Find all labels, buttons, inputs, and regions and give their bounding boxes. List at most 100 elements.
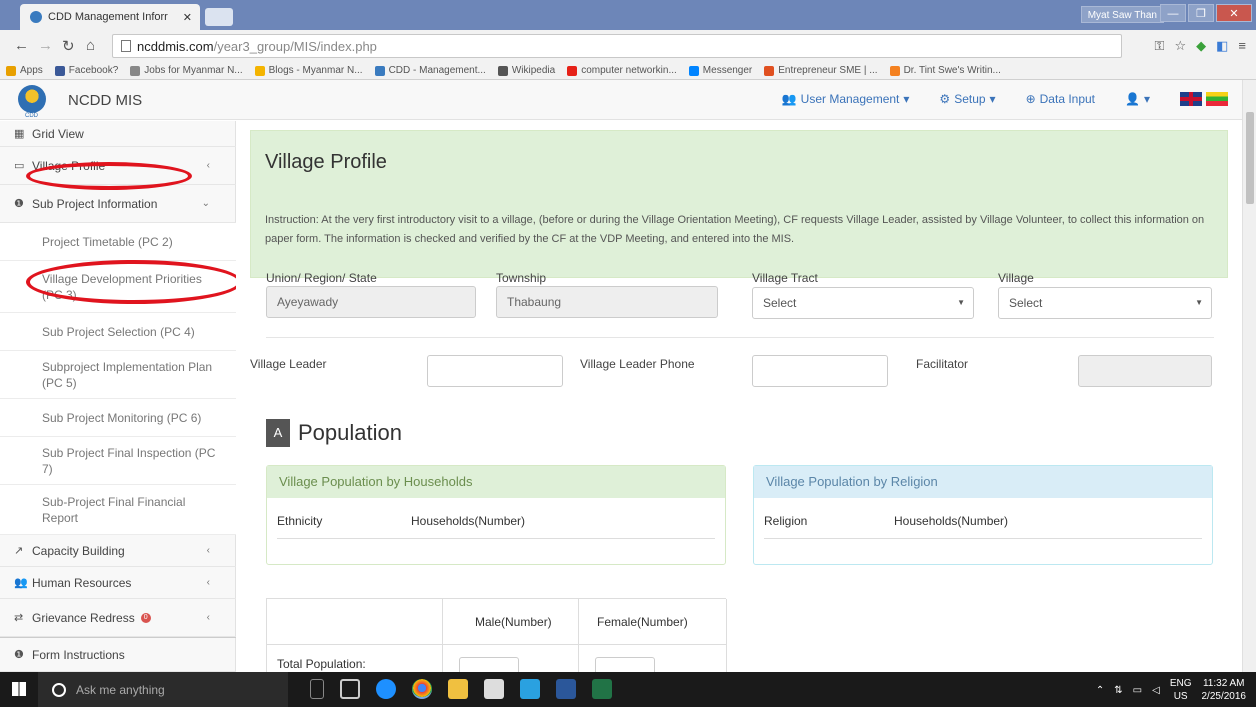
red-highlight-oval — [26, 260, 242, 304]
reload-icon[interactable]: ↻ — [62, 37, 75, 55]
bookmark-item[interactable]: Messenger — [688, 65, 753, 76]
sidebar-item-label: Human Resources — [32, 575, 132, 590]
sidebar-item-form-instructions[interactable]: ❶ Form Instructions — [0, 637, 236, 672]
forward-icon[interactable]: → — [38, 37, 53, 54]
task-view-icon[interactable] — [340, 679, 360, 699]
bookmark-item[interactable]: CDD - Management... — [374, 65, 486, 76]
bookmark-item[interactable]: Dr. Tint Swe's Writin... — [889, 65, 1001, 76]
language-indicator[interactable]: ENG US — [1170, 677, 1192, 703]
clock-date: 2/25/2016 — [1201, 691, 1247, 702]
word-icon[interactable] — [556, 679, 576, 699]
volume-icon[interactable]: ◁ — [1152, 685, 1160, 696]
windows-start-icon[interactable] — [12, 682, 26, 696]
chevron-left-icon: ‹ — [206, 545, 210, 556]
bookmark-favicon-icon — [497, 65, 508, 76]
home-icon[interactable]: ⌂ — [86, 37, 95, 54]
user-management-menu[interactable]: 👥 User Management ▾ — [782, 92, 910, 106]
sidebar-item-label: Capacity Building — [32, 543, 125, 558]
sidebar-subitem-sub-project-selection[interactable]: Sub Project Selection (PC 4) — [0, 313, 236, 351]
new-tab-button[interactable] — [205, 8, 233, 26]
tab-title: CDD Management Inforr — [48, 11, 168, 23]
setup-menu[interactable]: ⚙ Setup ▾ — [939, 92, 995, 106]
bookmark-label: Blogs - Myanmar N... — [268, 65, 363, 76]
bookmark-label: Wikipedia — [511, 65, 556, 76]
village-profile-header: Village Profile Instruction: At the very… — [250, 130, 1228, 278]
page-scrollbar[interactable] — [1242, 80, 1256, 672]
village-leader-input[interactable] — [427, 355, 563, 387]
close-tab-icon[interactable]: ✕ — [183, 11, 192, 24]
bookmark-favicon-icon — [374, 65, 385, 76]
myanmar-flag-icon[interactable] — [1206, 92, 1228, 106]
bookmark-label: computer networkin... — [581, 65, 677, 76]
cortana-search[interactable]: Ask me anything — [38, 672, 288, 707]
browser-tab[interactable]: CDD Management Inforr ✕ — [20, 4, 200, 30]
close-window-button[interactable]: ✕ — [1216, 4, 1252, 22]
gears-icon: ⚙ — [939, 92, 951, 106]
network-icon[interactable]: ⇅ — [1114, 685, 1122, 696]
data-input-link[interactable]: ⊕ Data Input — [1026, 92, 1095, 106]
system-clock[interactable]: 11:32 AM 2/25/2016 — [1202, 677, 1247, 703]
sidebar-subitem-label: Subproject Implementation Plan (PC 5) — [42, 359, 213, 390]
minimize-button[interactable]: — — [1160, 4, 1186, 22]
village-tract-select[interactable]: Select ▼ — [752, 287, 974, 319]
battery-icon[interactable]: ▭ — [1133, 685, 1142, 696]
users-icon: 👥 — [14, 577, 28, 589]
sidebar-subitem-monitoring[interactable]: Sub Project Monitoring (PC 6) — [0, 399, 236, 437]
divider — [764, 538, 1202, 539]
store-icon[interactable] — [484, 679, 504, 699]
households-panel: Village Population by Households Ethnici… — [266, 465, 726, 565]
media-icon[interactable] — [520, 679, 540, 699]
edge-icon[interactable] — [376, 679, 396, 699]
back-icon[interactable]: ← — [14, 37, 29, 54]
bookmark-item[interactable]: Apps — [6, 65, 43, 76]
bookmark-label: CDD - Management... — [388, 65, 486, 76]
population-section-heading: A Population — [266, 419, 402, 447]
star-icon[interactable]: ☆ — [1174, 38, 1186, 54]
sidebar-item-capacity-building[interactable]: ↗ Capacity Building ‹ — [0, 535, 236, 567]
bookmark-label: Messenger — [702, 65, 753, 76]
page-icon — [121, 40, 131, 52]
village-label: Village — [998, 271, 1034, 285]
sidebar-item-grievance-redress[interactable]: ⇄ Grievance Redress 0 ‹ — [0, 599, 236, 637]
village-select[interactable]: Select ▼ — [998, 287, 1212, 319]
female-header: Female(Number) — [579, 599, 727, 645]
extension-icon[interactable]: ◆ — [1196, 38, 1206, 54]
microphone-icon[interactable] — [310, 679, 324, 699]
sidebar-subitem-implementation-plan[interactable]: Subproject Implementation Plan (PC 5) — [0, 351, 236, 399]
bookmark-item[interactable]: Jobs for Myanmar N... — [130, 65, 243, 76]
address-bar[interactable]: ncddmis.com/year3_group/MIS/index.php — [112, 34, 1122, 58]
sidebar-subitem-label: Sub-Project Final Financial Report — [42, 494, 186, 525]
user-menu[interactable]: 👤 ▾ — [1125, 92, 1150, 106]
scrollbar-thumb[interactable] — [1246, 112, 1254, 204]
bookmark-item[interactable]: computer networkin... — [567, 65, 677, 76]
caret-down-icon: ▾ — [1143, 92, 1150, 106]
chevron-up-icon[interactable]: ⌃ — [1096, 685, 1104, 696]
bookmark-item[interactable]: Wikipedia — [497, 65, 556, 76]
key-icon[interactable]: ⚿ — [1155, 38, 1165, 54]
sidebar-item-sub-project-information[interactable]: ❶ Sub Project Information ⌄ — [0, 185, 236, 223]
sidebar-item-label: Form Instructions — [32, 647, 125, 662]
ncdd-logo[interactable] — [18, 85, 46, 113]
extension-2-icon[interactable]: ◧ — [1216, 38, 1228, 54]
sidebar-subitem-final-financial-report[interactable]: Sub-Project Final Financial Report — [0, 485, 236, 535]
sidebar-item-grid-view[interactable]: ▦ Grid View — [0, 121, 236, 147]
leader-phone-input[interactable] — [752, 355, 888, 387]
bookmark-item[interactable]: Facebook? — [54, 65, 118, 76]
bookmark-label: Apps — [20, 65, 43, 76]
file-explorer-icon[interactable] — [448, 679, 468, 699]
user-badge[interactable]: Myat Saw Than — [1080, 6, 1164, 23]
ethnicity-header: Ethnicity — [277, 514, 323, 528]
maximize-button[interactable]: ❐ — [1188, 4, 1214, 22]
bookmark-item[interactable]: Blogs - Myanmar N... — [254, 65, 363, 76]
menu-icon[interactable]: ≡ — [1238, 38, 1246, 54]
red-highlight-oval — [26, 162, 192, 190]
excel-icon[interactable] — [592, 679, 612, 699]
sidebar-subitem-project-timetable[interactable]: Project Timetable (PC 2) — [0, 223, 236, 261]
english-flag-icon[interactable] — [1180, 92, 1202, 106]
sidebar-subitem-label: Sub Project Monitoring (PC 6) — [42, 410, 202, 425]
bookmark-item[interactable]: Entrepreneur SME | ... — [764, 65, 878, 76]
sidebar-item-human-resources[interactable]: 👥 Human Resources ‹ — [0, 567, 236, 599]
brand-name[interactable]: NCDD MIS — [68, 92, 142, 109]
chrome-icon[interactable] — [412, 679, 432, 699]
sidebar-subitem-final-inspection[interactable]: Sub Project Final Inspection (PC 7) — [0, 437, 236, 485]
